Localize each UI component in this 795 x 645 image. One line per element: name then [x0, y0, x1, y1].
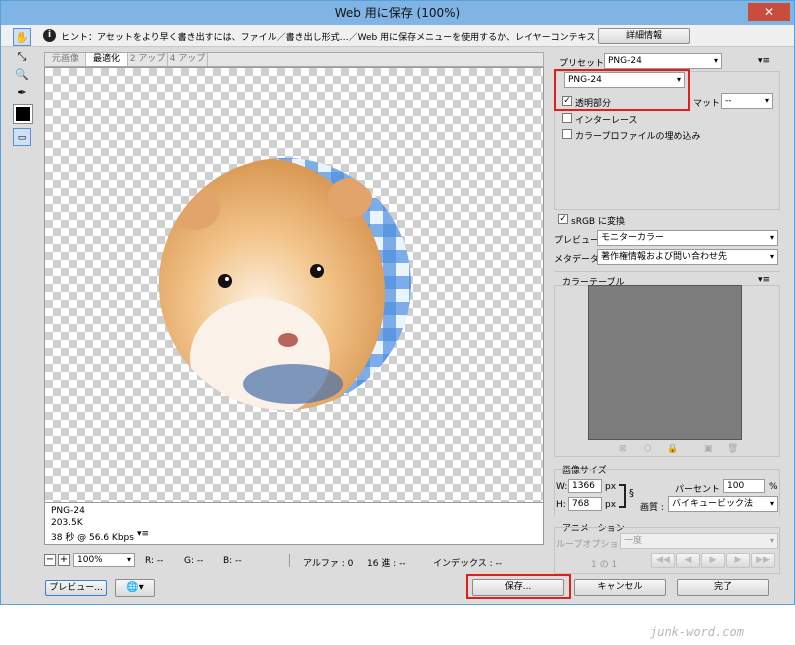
width-label: W: — [556, 482, 568, 492]
eyedropper-tool-icon[interactable]: ✒ — [13, 84, 31, 102]
new-color-icon[interactable]: ▣ — [704, 444, 713, 454]
save-for-web-dialog: Web 用に保存 (100%) ✕ i ヒント：アセットをより早く書き出すには、… — [0, 0, 795, 605]
right-eye — [310, 264, 324, 278]
next-frame-icon[interactable]: ▶ — [726, 553, 750, 568]
nose — [278, 333, 298, 347]
srgb-label: sRGB に変換 — [571, 217, 625, 227]
constrain-bracket — [619, 484, 626, 508]
hamster-photo — [159, 158, 411, 410]
interlace-checkbox[interactable] — [562, 113, 572, 123]
matte-select[interactable]: -- ▾ — [721, 93, 773, 109]
tab-4up[interactable]: 4 アップ — [168, 53, 208, 66]
preset-select[interactable]: PNG-24 ▾ — [604, 53, 722, 69]
done-button[interactable]: 完了 — [677, 579, 769, 596]
tab-original[interactable]: 元画像 — [46, 53, 86, 66]
frame-counter: 1 の 1 — [591, 560, 618, 570]
quality-select[interactable]: バイキュービック法 ▾ — [668, 496, 778, 512]
preview-button[interactable]: プレビュー... — [45, 580, 107, 596]
metadata-select[interactable]: 著作権情報および問い合わせ先 ▾ — [597, 249, 778, 265]
toggle-slices-icon[interactable]: ▭ — [13, 128, 31, 146]
title-bar: Web 用に保存 (100%) ✕ — [1, 1, 794, 25]
zoom-out-button[interactable]: − — [44, 554, 56, 566]
srgb-checkbox[interactable]: ✓ — [558, 214, 568, 224]
height-unit: px — [605, 500, 617, 510]
status-alpha: アルファ : 0 — [303, 559, 354, 569]
quality-label: 画質 : — [640, 503, 664, 513]
status-divider — [289, 554, 290, 567]
percent-input[interactable]: 100 — [723, 479, 765, 493]
browser-icon: 🌐▾ — [126, 582, 144, 593]
details-button[interactable]: 詳細情報 — [598, 28, 690, 44]
percent-unit: % — [769, 482, 778, 492]
zoom-tool-icon[interactable]: 🔍 — [13, 66, 31, 84]
height-label: H: — [556, 500, 566, 510]
close-button[interactable]: ✕ — [748, 3, 790, 21]
color-table-divider — [554, 271, 780, 272]
lock-color-icon[interactable]: 🔒 — [667, 444, 678, 454]
info-size: 203.5K — [51, 518, 83, 528]
interlace-label: インターレース — [575, 116, 638, 126]
prev-frame-icon[interactable]: ◀ — [676, 553, 700, 568]
left-eye — [218, 274, 232, 288]
preview-canvas[interactable] — [44, 67, 544, 503]
info-format: PNG-24 — [51, 506, 85, 516]
save-highlight — [466, 574, 571, 599]
zoom-level-select[interactable]: 100% ▾ — [73, 553, 135, 567]
preview-color-select[interactable]: モニターカラー ▾ — [597, 230, 778, 246]
first-frame-icon[interactable]: ◀◀ — [651, 553, 675, 568]
tab-optimized[interactable]: 最適化 — [86, 53, 128, 66]
color-table-menu-icon[interactable]: ▾≡ — [758, 275, 770, 285]
format-highlight — [554, 69, 690, 111]
last-frame-icon[interactable]: ▶▶ — [751, 553, 775, 568]
hint-text: ヒント：アセットをより早く書き出すには、ファイル／書き出し形式…／Web 用に保… — [61, 33, 677, 43]
embed-profile-label: カラープロファイルの埋め込み — [575, 132, 701, 142]
status-blue: B: -- — [223, 556, 242, 566]
color-table-swatches[interactable] — [588, 285, 742, 440]
color-map-icon[interactable]: ⊠ — [619, 444, 627, 454]
link-icon[interactable]: § — [629, 488, 634, 499]
cancel-button[interactable]: キャンセル — [574, 579, 666, 596]
delete-color-icon[interactable]: 🗑 — [727, 444, 738, 454]
status-hex: 16 進 : -- — [367, 559, 406, 569]
percent-label: パーセント : — [675, 485, 726, 495]
download-speed-menu-icon[interactable]: ▾≡ — [137, 529, 149, 539]
eyedropper-color-swatch[interactable] — [13, 104, 33, 124]
status-red: R: -- — [145, 556, 164, 566]
width-unit: px — [605, 482, 617, 492]
hand-tool-icon[interactable]: ✋ — [13, 28, 31, 46]
optimize-menu-icon[interactable]: ▾≡ — [758, 56, 770, 66]
preset-label: プリセット : — [559, 59, 610, 69]
info-download-time: 38 秒 @ 56.6 Kbps — [51, 533, 134, 543]
window-title: Web 用に保存 (100%) — [334, 6, 461, 20]
zoom-in-button[interactable]: + — [58, 554, 70, 566]
play-icon[interactable]: ▶ — [701, 553, 725, 568]
watermark: junk-word.com — [650, 625, 744, 639]
status-green: G: -- — [184, 556, 204, 566]
tab-2up[interactable]: 2 アップ — [128, 53, 168, 66]
status-index: インデックス : -- — [433, 559, 502, 569]
web-shift-icon[interactable]: ⬡ — [644, 444, 652, 454]
info-icon: i — [43, 29, 56, 42]
width-input[interactable]: 1366 — [568, 479, 602, 493]
loop-select[interactable]: 一度 ▾ — [620, 533, 778, 549]
hint-bar: i ヒント：アセットをより早く書き出すには、ファイル／書き出し形式…／Web 用… — [1, 25, 794, 47]
slice-select-tool-icon[interactable]: ⤡ — [13, 48, 31, 66]
browser-preview-menu[interactable]: 🌐▾ — [115, 579, 155, 597]
embed-profile-checkbox[interactable] — [562, 129, 572, 139]
height-input[interactable]: 768 — [568, 497, 602, 511]
